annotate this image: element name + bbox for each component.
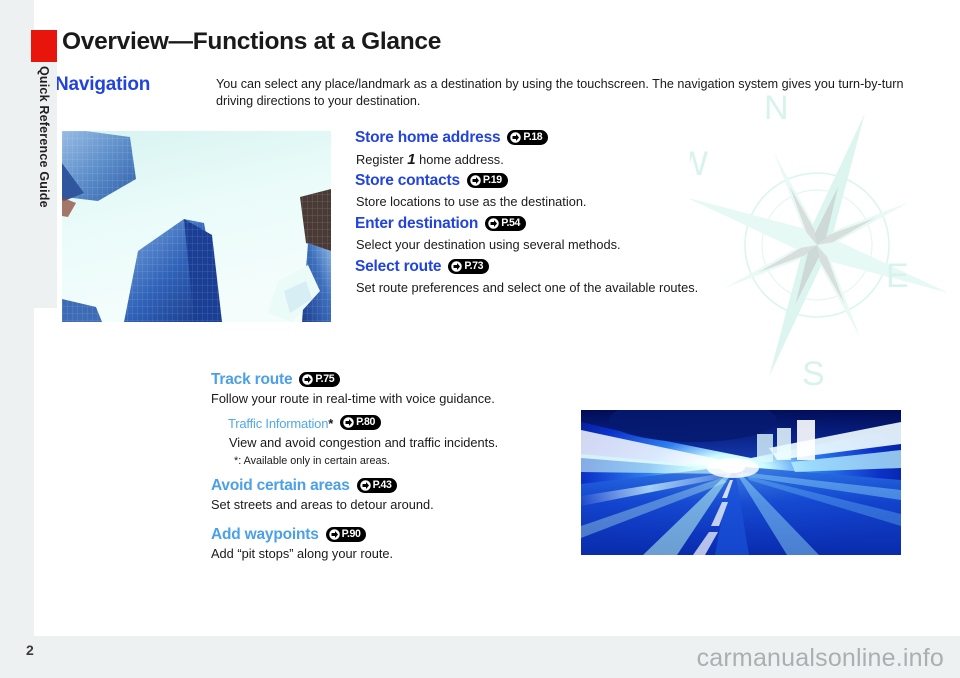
page-ref-badge-p73[interactable]: P.73 <box>448 258 490 274</box>
feature-title-track-route: Track route P.75 <box>211 371 341 389</box>
feature-title-store-home-address: Store home address P.18 <box>355 129 549 147</box>
page-ref-label: P.54 <box>501 216 521 229</box>
arrow-right-icon <box>470 174 481 186</box>
feature-title-text: Traffic Information <box>228 416 329 431</box>
feature-desc-add-waypoints: Add “pit stops” along your route. <box>211 546 394 561</box>
page-ref-badge-p75[interactable]: P.75 <box>299 371 341 387</box>
side-tab-label: Quick Reference Guide <box>31 64 57 304</box>
feature-title-text: Add waypoints <box>211 526 319 543</box>
arrow-right-icon <box>451 260 463 272</box>
feature-desc-post: home address. <box>415 152 504 167</box>
feature-desc-avoid-certain-areas: Set streets and areas to detour around. <box>211 497 434 512</box>
arrow-right-icon <box>302 373 314 385</box>
side-tab-label-text: Quick Reference Guide <box>37 66 51 208</box>
page-ref-label: P.19 <box>482 173 502 186</box>
page-title: Overview—Functions at a Glance <box>62 28 442 55</box>
page-ref-label: P.43 <box>372 478 392 491</box>
arrow-right-icon <box>510 131 522 143</box>
feature-title-traffic-information: Traffic Information * P.80 <box>228 415 381 431</box>
page-ref-badge-p80[interactable]: P.80 <box>340 415 381 430</box>
page-ref-label: P.73 <box>464 259 484 272</box>
feature-title-text: Enter destination <box>355 215 479 232</box>
page-ref-label: P.75 <box>315 372 335 385</box>
skyscrapers-photo <box>62 131 331 322</box>
feature-title-text: Avoid certain areas <box>211 477 350 494</box>
page-ref-badge-p19[interactable]: P.19 <box>466 172 508 188</box>
page-ref-badge-p18[interactable]: P.18 <box>507 129 549 145</box>
feature-title-text: Store home address <box>355 129 501 146</box>
site-watermark: carmanualsonline.info <box>696 644 944 672</box>
arrow-right-icon <box>328 528 340 540</box>
arrow-right-icon <box>359 479 371 491</box>
feature-desc-store-contacts: Store locations to use as the destinatio… <box>356 194 587 209</box>
feature-title-select-route: Select route P.73 <box>355 258 490 276</box>
section-intro-text: You can select any place/landmark as a d… <box>216 77 904 108</box>
feature-title-add-waypoints: Add waypoints P.90 <box>211 526 367 544</box>
page-number: 2 <box>26 642 34 658</box>
feature-desc-traffic-information: View and avoid congestion and traffic in… <box>229 435 499 450</box>
footnote-marker: * <box>328 416 334 431</box>
feature-title-text: Track route <box>211 371 293 388</box>
feature-title-text: Select route <box>355 258 442 275</box>
page-ref-label: P.90 <box>341 527 361 540</box>
feature-desc-emphasis: 1 <box>407 151 416 168</box>
feature-footnote-traffic-information: *: Available only in certain areas. <box>234 455 390 467</box>
page-ref-badge-p54[interactable]: P.54 <box>485 215 527 231</box>
feature-title-enter-destination: Enter destination P.54 <box>355 215 527 233</box>
feature-title-store-contacts: Store contacts P.19 <box>355 172 508 190</box>
page-ref-badge-p43[interactable]: P.43 <box>356 477 398 493</box>
feature-title-avoid-certain-areas: Avoid certain areas P.43 <box>211 477 398 495</box>
feature-desc-track-route: Follow your route in real-time with voic… <box>211 391 495 406</box>
feature-desc-enter-destination: Select your destination using several me… <box>356 237 621 252</box>
feature-desc-store-home-address: Register 1 home address. <box>356 151 504 168</box>
chapter-color-block <box>31 30 57 62</box>
motion-blur-road-tunnel-photo <box>581 410 901 555</box>
page-ref-label: P.18 <box>523 130 543 143</box>
arrow-right-icon <box>343 417 354 428</box>
section-heading-navigation: Navigation <box>55 74 151 95</box>
feature-desc-select-route: Set route preferences and select one of … <box>356 280 699 295</box>
arrow-right-icon <box>488 217 499 229</box>
feature-title-text: Store contacts <box>355 172 460 189</box>
feature-desc-pre: Register <box>356 152 408 167</box>
page-ref-label: P.80 <box>356 416 375 429</box>
page-ref-badge-p90[interactable]: P.90 <box>325 526 367 542</box>
